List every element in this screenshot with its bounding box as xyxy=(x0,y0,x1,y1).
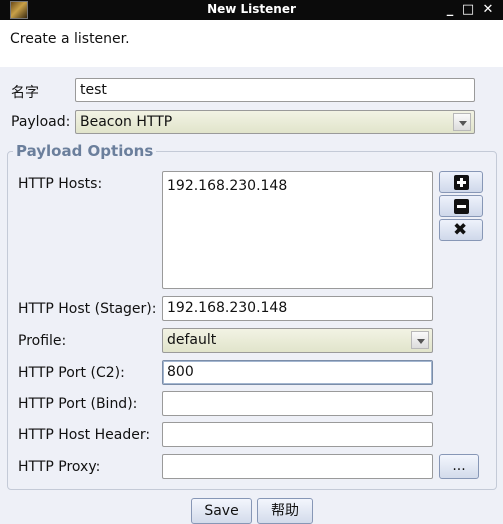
payload-select-value: Beacon HTTP xyxy=(80,114,173,130)
clear-hosts-button[interactable]: ✖ xyxy=(439,219,483,241)
http-port-bind-field[interactable] xyxy=(162,391,433,416)
payload-label: Payload: xyxy=(11,114,71,130)
http-host-stager-field[interactable]: 192.168.230.148 xyxy=(162,296,433,321)
http-hosts-list[interactable]: 192.168.230.148 xyxy=(162,171,433,289)
x-icon: ✖ xyxy=(453,220,468,240)
http-port-bind-label: HTTP Port (Bind): xyxy=(18,396,138,412)
proxy-config-button[interactable]: ... xyxy=(439,454,479,479)
plus-icon xyxy=(454,175,469,190)
payload-options-title: Payload Options xyxy=(13,142,157,160)
payload-select[interactable]: Beacon HTTP xyxy=(75,110,475,134)
http-port-c2-field[interactable]: 800 xyxy=(162,360,433,385)
minus-icon xyxy=(454,199,469,214)
profile-label: Profile: xyxy=(18,333,67,349)
http-proxy-label: HTTP Proxy: xyxy=(18,459,101,475)
save-button[interactable]: Save xyxy=(191,498,252,524)
name-label: 名字 xyxy=(11,85,39,101)
remove-host-button[interactable] xyxy=(439,195,483,217)
chevron-down-icon[interactable] xyxy=(411,331,429,349)
window-titlebar: New Listener _ □ ✕ xyxy=(0,0,503,20)
chevron-down-icon[interactable] xyxy=(453,113,471,131)
maximize-button[interactable]: □ xyxy=(460,2,476,18)
add-host-button[interactable] xyxy=(439,171,483,193)
help-button[interactable]: 帮助 xyxy=(257,498,313,524)
minimize-button[interactable]: _ xyxy=(442,2,458,18)
http-proxy-field[interactable] xyxy=(162,454,433,479)
name-field[interactable]: test xyxy=(75,78,475,102)
http-host-header-label: HTTP Host Header: xyxy=(18,427,151,443)
http-host-header-field[interactable] xyxy=(162,422,433,447)
close-button[interactable]: ✕ xyxy=(480,2,496,18)
profile-select[interactable]: default xyxy=(162,328,433,353)
dialog-description: Create a listener. xyxy=(10,31,130,47)
http-host-stager-label: HTTP Host (Stager): xyxy=(18,301,157,317)
dialog-header: Create a listener. xyxy=(0,20,503,67)
http-port-c2-label: HTTP Port (C2): xyxy=(18,365,125,381)
list-item[interactable]: 192.168.230.148 xyxy=(167,178,287,194)
window-title: New Listener xyxy=(207,2,296,16)
http-hosts-label: HTTP Hosts: xyxy=(18,176,103,192)
profile-select-value: default xyxy=(167,332,217,348)
